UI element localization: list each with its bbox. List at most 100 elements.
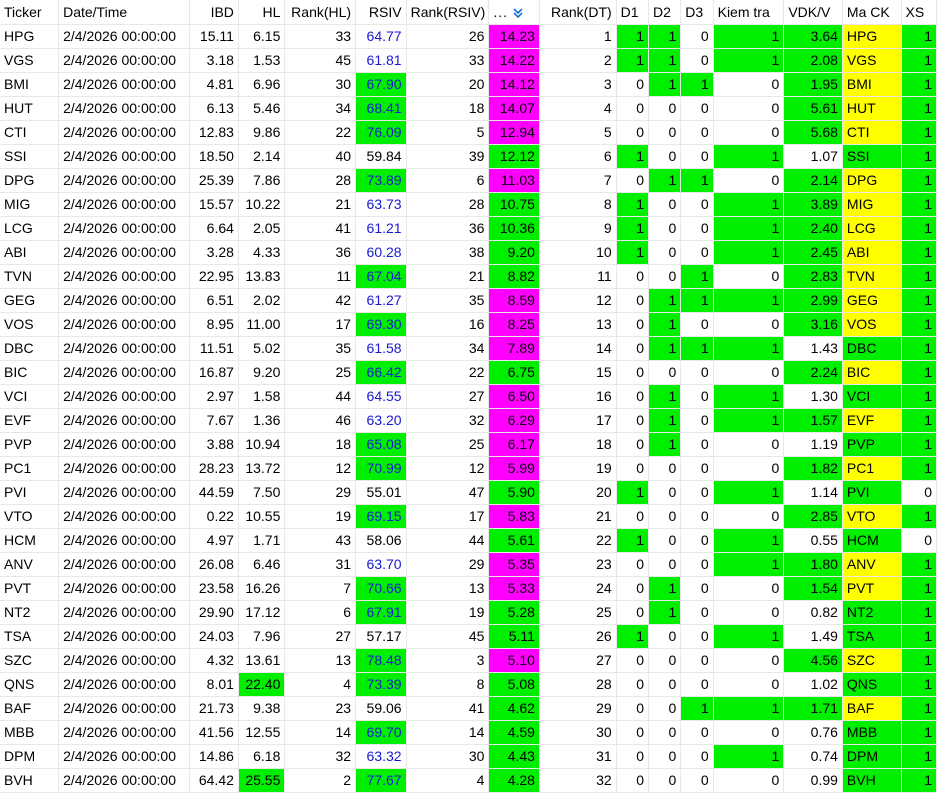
column-header-rsiv[interactable]: RSIV (355, 0, 407, 25)
rsiv-cell[interactable]: 73.89 (355, 168, 407, 193)
d2-cell[interactable]: 0 (648, 744, 682, 769)
vdk-v-cell[interactable]: 0.99 (783, 768, 843, 793)
rank-rsiv-cell[interactable]: 21 (406, 264, 490, 289)
kiem-tra-cell[interactable]: 0 (713, 360, 785, 385)
rank-hl-cell[interactable]: 43 (284, 528, 357, 553)
d1-cell[interactable]: 0 (616, 384, 649, 409)
rank-rsiv-cell[interactable]: 32 (406, 408, 490, 433)
xs-cell[interactable]: 1 (901, 120, 937, 145)
dt-value-cell[interactable]: 4.62 (488, 696, 540, 721)
ma-ck-cell[interactable]: DPM (842, 744, 902, 769)
ibd-cell[interactable]: 3.28 (189, 240, 239, 265)
vdk-v-cell[interactable]: 2.45 (783, 240, 843, 265)
ticker-cell[interactable]: BVH (0, 768, 60, 793)
column-header-ibd[interactable]: IBD (189, 0, 239, 25)
d3-cell[interactable]: 0 (680, 432, 714, 457)
ibd-cell[interactable]: 41.56 (189, 720, 239, 745)
datetime-cell[interactable]: 2/4/2026 00:00:00 (58, 648, 191, 673)
dt-value-cell[interactable]: 5.08 (488, 672, 540, 697)
rank-hl-cell[interactable]: 4 (284, 672, 357, 697)
kiem-tra-cell[interactable]: 0 (713, 768, 785, 793)
d2-cell[interactable]: 0 (648, 768, 682, 793)
sort-descending-icon[interactable] (512, 7, 524, 19)
vdk-v-cell[interactable]: 1.80 (783, 552, 843, 577)
rank-dt-cell[interactable]: 1 (539, 24, 617, 49)
ma-ck-cell[interactable]: PC1 (842, 456, 902, 481)
rank-rsiv-cell[interactable]: 5 (406, 120, 490, 145)
table-row[interactable]: BIC 2/4/2026 00:00:00 16.87 9.20 25 66.42 22 6.… (0, 360, 937, 385)
ticker-cell[interactable]: PVP (0, 432, 60, 457)
ibd-cell[interactable]: 0.22 (189, 504, 239, 529)
d3-cell[interactable]: 0 (680, 408, 714, 433)
hl-cell[interactable]: 13.72 (238, 456, 286, 481)
table-row[interactable]: ABI 2/4/2026 00:00:00 3.28 4.33 36 60.28 38 9.2… (0, 240, 937, 265)
dt-value-cell[interactable]: 10.36 (488, 216, 540, 241)
d1-cell[interactable]: 0 (616, 456, 649, 481)
ibd-cell[interactable]: 23.58 (189, 576, 239, 601)
dt-value-cell[interactable]: 6.75 (488, 360, 540, 385)
rank-dt-cell[interactable]: 8 (539, 192, 617, 217)
rsiv-cell[interactable]: 59.06 (355, 696, 407, 721)
rank-dt-cell[interactable]: 31 (539, 744, 617, 769)
kiem-tra-cell[interactable]: 1 (713, 624, 785, 649)
datetime-cell[interactable]: 2/4/2026 00:00:00 (58, 360, 191, 385)
ma-ck-cell[interactable]: EVF (842, 408, 902, 433)
dt-value-cell[interactable]: 7.89 (488, 336, 540, 361)
d2-cell[interactable]: 0 (648, 624, 682, 649)
rsiv-cell[interactable]: 63.73 (355, 192, 407, 217)
rank-dt-cell[interactable]: 10 (539, 240, 617, 265)
d1-cell[interactable]: 0 (616, 72, 649, 97)
rank-dt-cell[interactable]: 13 (539, 312, 617, 337)
datetime-cell[interactable]: 2/4/2026 00:00:00 (58, 696, 191, 721)
kiem-tra-cell[interactable]: 1 (713, 240, 785, 265)
rank-hl-cell[interactable]: 6 (284, 600, 357, 625)
d2-cell[interactable]: 0 (648, 648, 682, 673)
hl-cell[interactable]: 13.83 (238, 264, 286, 289)
dt-value-cell[interactable]: 14.12 (488, 72, 540, 97)
rank-dt-cell[interactable]: 9 (539, 216, 617, 241)
rank-dt-cell[interactable]: 16 (539, 384, 617, 409)
d2-cell[interactable]: 0 (648, 192, 682, 217)
rank-hl-cell[interactable]: 46 (284, 408, 357, 433)
rank-rsiv-cell[interactable]: 33 (406, 48, 490, 73)
d2-cell[interactable]: 0 (648, 120, 682, 145)
rank-hl-cell[interactable]: 34 (284, 96, 357, 121)
ticker-cell[interactable]: GEG (0, 288, 60, 313)
vdk-v-cell[interactable]: 1.95 (783, 72, 843, 97)
d2-cell[interactable]: 0 (648, 696, 682, 721)
d3-cell[interactable]: 0 (680, 312, 714, 337)
rsiv-cell[interactable]: 63.20 (355, 408, 407, 433)
vdk-v-cell[interactable]: 2.14 (783, 168, 843, 193)
vdk-v-cell[interactable]: 2.85 (783, 504, 843, 529)
hl-cell[interactable]: 2.02 (238, 288, 286, 313)
ma-ck-cell[interactable]: VCI (842, 384, 902, 409)
kiem-tra-cell[interactable]: 0 (713, 720, 785, 745)
datetime-cell[interactable]: 2/4/2026 00:00:00 (58, 432, 191, 457)
rank-hl-cell[interactable]: 12 (284, 456, 357, 481)
hl-cell[interactable]: 4.33 (238, 240, 286, 265)
d1-cell[interactable]: 0 (616, 552, 649, 577)
ma-ck-cell[interactable]: TVN (842, 264, 902, 289)
d3-cell[interactable]: 0 (680, 672, 714, 697)
d2-cell[interactable]: 1 (648, 408, 682, 433)
d1-cell[interactable]: 1 (616, 24, 649, 49)
hl-cell[interactable]: 5.46 (238, 96, 286, 121)
table-row[interactable]: BMI 2/4/2026 00:00:00 4.81 6.96 30 67.90 20 14.… (0, 72, 937, 97)
table-row[interactable]: MIG 2/4/2026 00:00:00 15.57 10.22 21 63.73 28 1… (0, 192, 937, 217)
d3-cell[interactable]: 0 (680, 456, 714, 481)
kiem-tra-cell[interactable]: 1 (713, 744, 785, 769)
datetime-cell[interactable]: 2/4/2026 00:00:00 (58, 120, 191, 145)
xs-cell[interactable]: 1 (901, 600, 937, 625)
datetime-cell[interactable]: 2/4/2026 00:00:00 (58, 768, 191, 793)
datetime-cell[interactable]: 2/4/2026 00:00:00 (58, 264, 191, 289)
table-row[interactable]: VCI 2/4/2026 00:00:00 2.97 1.58 44 64.55 27 6.5… (0, 384, 937, 409)
datetime-cell[interactable]: 2/4/2026 00:00:00 (58, 384, 191, 409)
rank-rsiv-cell[interactable]: 38 (406, 240, 490, 265)
datetime-cell[interactable]: 2/4/2026 00:00:00 (58, 672, 191, 697)
rank-dt-cell[interactable]: 32 (539, 768, 617, 793)
ticker-cell[interactable]: QNS (0, 672, 60, 697)
ibd-cell[interactable]: 29.90 (189, 600, 239, 625)
datetime-cell[interactable]: 2/4/2026 00:00:00 (58, 288, 191, 313)
d2-cell[interactable]: 1 (648, 24, 682, 49)
datetime-cell[interactable]: 2/4/2026 00:00:00 (58, 720, 191, 745)
